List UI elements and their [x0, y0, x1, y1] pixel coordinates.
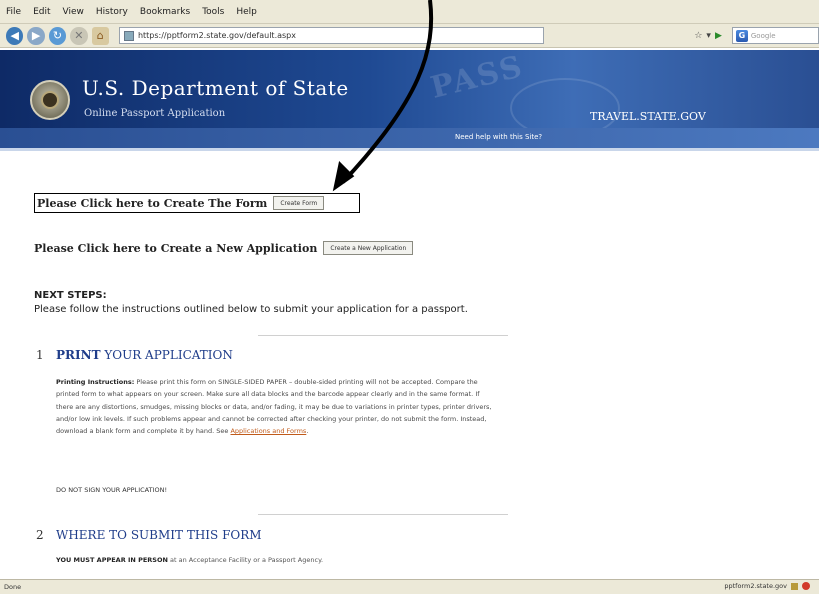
- help-link[interactable]: Need help with this Site?: [455, 133, 542, 141]
- go-controls: ☆ ▾ ▶: [694, 31, 722, 41]
- next-steps-text: Please follow the instructions outlined …: [34, 304, 468, 315]
- header-divider: [0, 148, 819, 151]
- print-title-rest: YOUR APPLICATION: [100, 348, 233, 362]
- home-icon[interactable]: ⌂: [91, 26, 109, 45]
- status-domain: pptform2.state.gov: [724, 582, 787, 590]
- section-divider: [258, 514, 508, 515]
- printing-instructions: Printing Instructions: Please print this…: [56, 376, 496, 437]
- address-url: https://pptform2.state.gov/default.aspx: [137, 31, 296, 40]
- menu-view[interactable]: View: [63, 7, 84, 17]
- step-number: 1: [36, 348, 44, 362]
- search-placeholder: Google: [750, 31, 776, 40]
- submit-section-title: WHERE TO SUBMIT THIS FORM: [56, 528, 262, 542]
- reload-icon[interactable]: ↻: [48, 26, 67, 45]
- create-form-button[interactable]: Create Form: [273, 196, 325, 210]
- forward-icon[interactable]: ▶: [27, 26, 45, 45]
- appear-lead: YOU MUST APPEAR IN PERSON: [56, 556, 168, 564]
- status-bar: Done pptform2.state.gov: [0, 579, 819, 594]
- address-bar[interactable]: https://pptform2.state.gov/default.aspx: [118, 27, 545, 44]
- new-application-button[interactable]: Create a New Application: [323, 241, 414, 255]
- menu-file[interactable]: File: [6, 7, 21, 17]
- status-text: Done: [4, 583, 22, 591]
- addon-icon[interactable]: [802, 582, 810, 590]
- search-input[interactable]: G Google: [731, 27, 819, 44]
- lock-icon: [791, 582, 798, 590]
- applications-forms-link[interactable]: Applications and Forms: [230, 427, 306, 435]
- travel-state-gov-link[interactable]: TRAVEL.STATE.GOV: [590, 110, 706, 123]
- step-number: 2: [36, 528, 44, 542]
- appear-rest: at an Acceptance Facility or a Passport …: [167, 556, 324, 564]
- site-favicon-icon: [123, 30, 134, 41]
- menu-history[interactable]: History: [96, 7, 128, 17]
- department-seal-icon: [30, 80, 70, 120]
- printing-instructions-lead: Printing Instructions:: [56, 378, 135, 386]
- arrow-head: [332, 160, 355, 192]
- status-right: pptform2.state.gov: [724, 582, 813, 590]
- menu-edit[interactable]: Edit: [33, 7, 50, 17]
- department-title: U.S. Department of State: [82, 76, 349, 100]
- go-icon[interactable]: ▶: [715, 31, 722, 41]
- new-application-row: Please Click here to Create a New Applic…: [34, 241, 414, 255]
- do-not-sign-notice: DO NOT SIGN YOUR APPLICATION!: [56, 486, 168, 494]
- stop-icon[interactable]: ✕: [70, 26, 88, 45]
- menu-bar: File Edit View History Bookmarks Tools H…: [0, 0, 819, 24]
- next-steps-heading: NEXT STEPS:: [34, 290, 107, 301]
- bookmark-star-icon[interactable]: ☆: [694, 31, 702, 41]
- new-application-label: Please Click here to Create a New Applic…: [34, 241, 318, 255]
- menu-bookmarks[interactable]: Bookmarks: [140, 7, 190, 17]
- section-divider: [258, 335, 508, 336]
- menu-help[interactable]: Help: [236, 7, 257, 17]
- navigation-toolbar: ◀ ▶ ↻ ✕ ⌂ https://pptform2.state.gov/def…: [0, 24, 819, 48]
- back-icon[interactable]: ◀: [6, 26, 24, 45]
- google-icon: G: [735, 29, 748, 42]
- create-form-row: Please Click here to Create The Form Cre…: [34, 193, 360, 213]
- browser-window: File Edit View History Bookmarks Tools H…: [0, 0, 819, 594]
- department-subtitle: Online Passport Application: [84, 108, 226, 119]
- help-strip: [0, 128, 819, 148]
- print-section-title: PRINT YOUR APPLICATION: [56, 348, 233, 362]
- create-form-label: Please Click here to Create The Form: [37, 196, 268, 210]
- printing-instructions-end: .: [306, 427, 309, 436]
- menu-tools[interactable]: Tools: [202, 7, 224, 17]
- appear-in-person-text: YOU MUST APPEAR IN PERSON at an Acceptan…: [56, 556, 323, 564]
- dropdown-icon[interactable]: ▾: [706, 31, 711, 41]
- print-title-bold: PRINT: [56, 348, 101, 362]
